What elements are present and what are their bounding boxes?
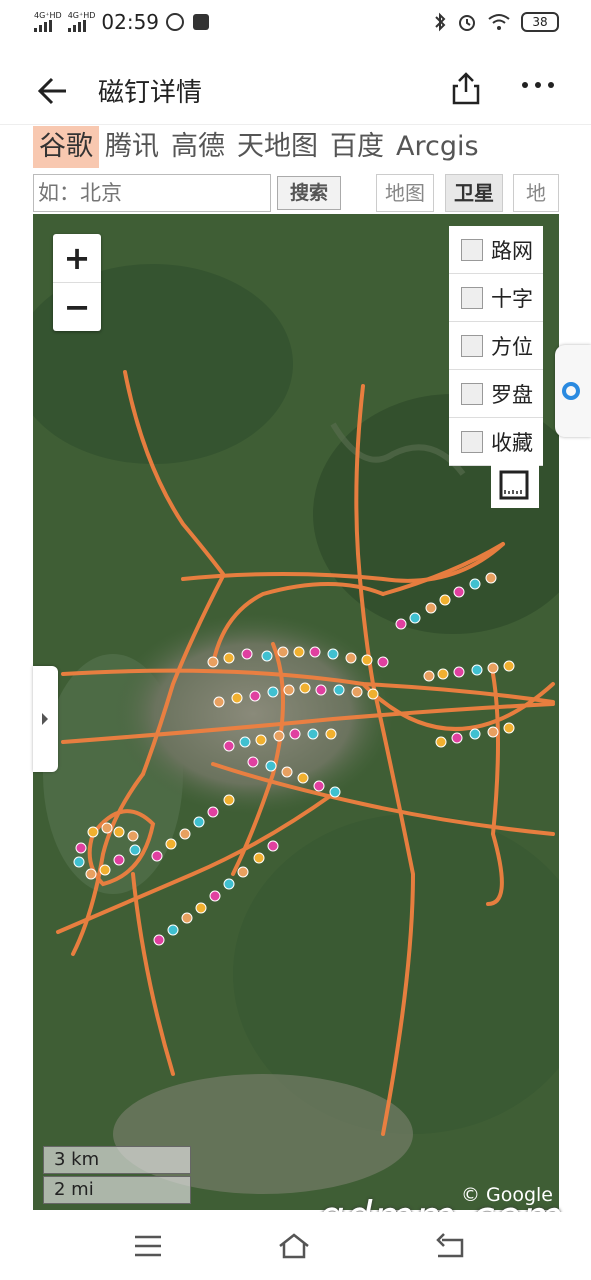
map-canvas[interactable]: + − 路网 十字 方位 罗盘 收藏 3 km 2 mi © Google [33,214,559,1210]
back-icon[interactable] [434,1232,466,1260]
page-title: 磁钉详情 [98,78,203,108]
checkbox[interactable] [461,430,483,453]
signal-icon: 4G⁺HD [34,12,62,32]
floating-assistant-tab[interactable] [555,345,591,437]
layer-label: 方位 [491,334,533,359]
checkbox[interactable] [461,382,483,405]
wifi-icon [488,14,510,30]
layer-option-crosshair[interactable]: 十字 [449,274,543,322]
signal-icon-2: 4G⁺HD [67,11,96,32]
clock: 02:59 [101,10,160,34]
layer-label: 路网 [491,238,533,263]
layer-option-road[interactable]: 路网 [449,226,543,274]
checkbox[interactable] [461,286,483,309]
checkbox[interactable] [461,238,483,261]
share-icon[interactable] [450,70,482,106]
layer-label: 收藏 [491,430,533,455]
system-nav-bar [0,1212,591,1280]
maptype-satellite-button[interactable]: 卫星 [445,174,503,212]
side-panel-toggle[interactable] [33,666,58,772]
chevron-right-icon [42,713,48,725]
tab-baidu[interactable]: 百度 [324,126,390,168]
zoom-out-button[interactable]: − [53,283,101,331]
home-icon[interactable] [278,1232,310,1260]
ruler-icon [499,470,529,500]
search-row: 搜索 地图 卫星 地 [33,172,559,214]
search-button[interactable]: 搜索 [277,176,341,210]
tab-tianditu[interactable]: 天地图 [231,126,324,168]
layer-label: 罗盘 [491,382,533,407]
maptype-map-button[interactable]: 地图 [376,174,434,212]
hd-icon [166,13,185,31]
scale-bar-mi: 2 mi [43,1176,191,1204]
ruler-tool-button[interactable] [491,464,539,508]
checkbox[interactable] [461,334,483,357]
layer-option-favorites[interactable]: 收藏 [449,418,543,466]
bluetooth-icon [435,12,446,32]
zoom-in-button[interactable]: + [53,234,101,283]
tab-gaode[interactable]: 高德 [165,126,231,168]
scale-bar-km: 3 km [43,1146,191,1174]
menu-icon[interactable] [132,1232,164,1260]
layer-option-compass[interactable]: 罗盘 [449,370,543,418]
assistant-icon [562,382,580,400]
zoom-control: + − [53,234,101,331]
maptype-terrain-button[interactable]: 地 [513,174,559,212]
tab-tencent[interactable]: 腾讯 [99,126,165,168]
status-bar: 4G⁺HD 4G⁺HD 02:59 38 [0,0,591,46]
battery-indicator: 38 [521,12,559,32]
app-notification-icon [193,14,210,30]
layer-label: 十字 [491,286,533,311]
app-header: 磁钉详情 [0,56,591,125]
network-label-1: 4G⁺HD [34,11,62,20]
network-label-2: 4G⁺HD [67,11,96,20]
alarm-icon [459,15,475,31]
layer-option-bearing[interactable]: 方位 [449,322,543,370]
more-options-icon[interactable] [520,78,556,92]
back-arrow-icon[interactable] [36,74,70,108]
tab-google[interactable]: 谷歌 [33,126,99,168]
tab-arcgis[interactable]: Arcgis [390,126,485,168]
search-input[interactable] [33,174,271,212]
map-provider-tabs: 谷歌 腾讯 高德 天地图 百度 Arcgis [33,126,485,168]
layer-toggle-panel: 路网 十字 方位 罗盘 收藏 [449,226,543,466]
